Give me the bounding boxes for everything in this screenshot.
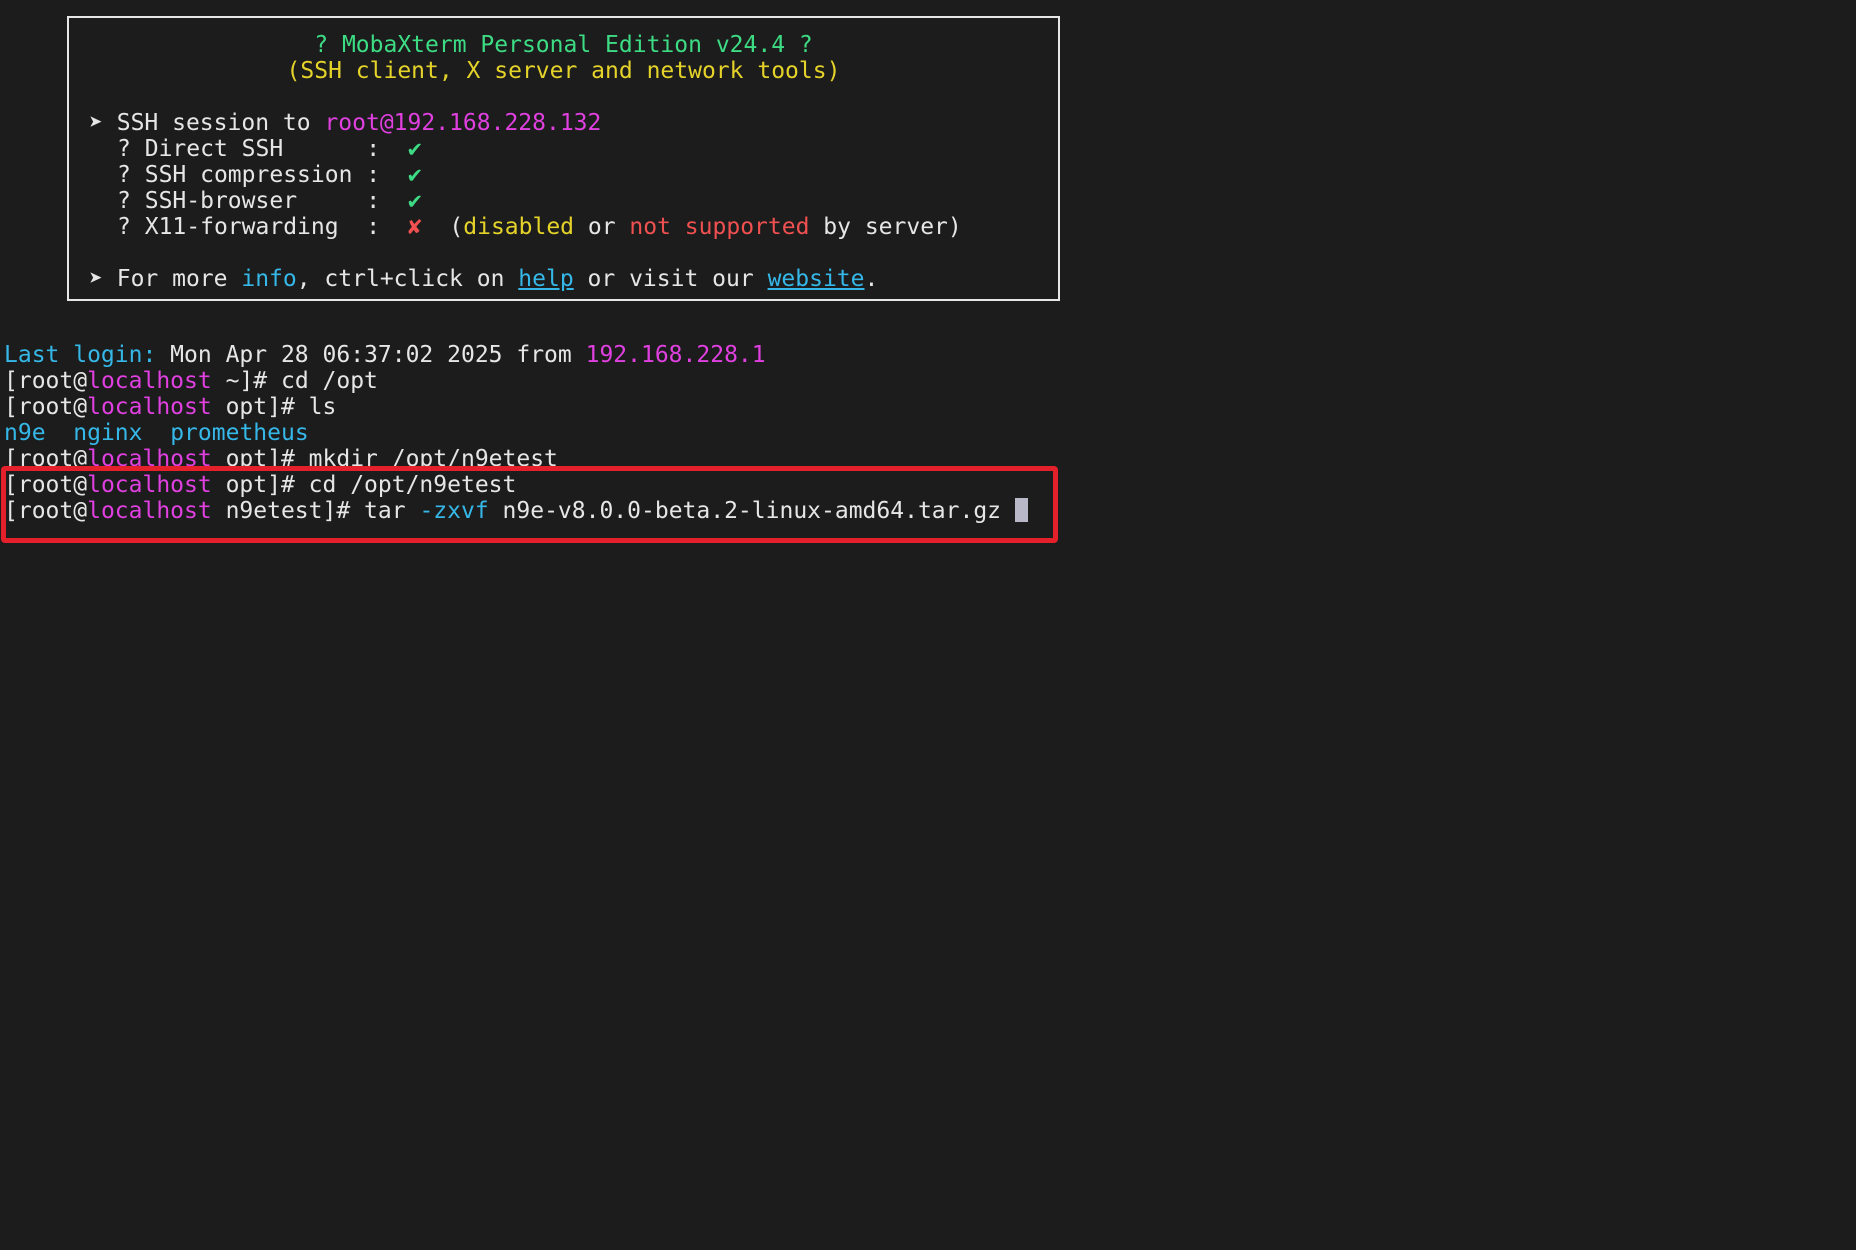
cross-icon: ✘ [407, 214, 422, 240]
x11-not-supported: not supported [629, 214, 810, 240]
feature-label: Direct SSH : [144, 136, 381, 162]
command-text: mkdir /opt/n9etest [308, 446, 558, 466]
prompt-host: localhost [87, 446, 212, 466]
prompt-host: localhost [87, 368, 212, 394]
banner-title: ? MobaXterm Personal Edition v24.4 ? [314, 32, 813, 58]
arrow-icon: ➤ [89, 266, 103, 292]
feature-direct-ssh: ? Direct SSH : ✔ [117, 136, 1106, 162]
session-prefix: SSH session to [116, 110, 325, 136]
dir-entry: prometheus [170, 420, 309, 446]
prompt-open: [root@ [4, 446, 88, 466]
check-icon: ✔ [407, 188, 422, 214]
prompt-dir: ~]# [211, 368, 281, 394]
prompt-dir: opt]# [211, 394, 309, 420]
dir-entry: n9e [4, 420, 46, 446]
info-prefix: For more [116, 266, 242, 292]
feature-ssh-compression: ? SSH compression : ✔ [117, 162, 1106, 188]
welcome-banner: ? MobaXterm Personal Edition v24.4 ? (SS… [67, 16, 1060, 301]
last-login-ip: 192.168.228.1 [585, 342, 766, 368]
prompt-open: [root@ [4, 394, 88, 420]
arrow-icon: ➤ [89, 110, 103, 136]
highlight-annotation [1, 466, 1058, 543]
command-line-partial: [root@localhost opt]# mkdir /opt/n9etest [4, 446, 558, 466]
feature-label: X11-forwarding : [144, 214, 381, 240]
ls-output: n9e nginx prometheus [4, 420, 309, 446]
info-line: ➤ For more info, ctrl+click on help or v… [89, 266, 1078, 292]
info-mid2: or visit our [573, 266, 768, 292]
dir-entry: nginx [73, 420, 143, 446]
x11-or: or [574, 214, 630, 240]
feature-label: SSH-browser : [144, 188, 381, 214]
unknown-glyph-icon: ? [117, 136, 131, 162]
x11-disabled: disabled [463, 214, 575, 240]
prompt-host: localhost [87, 394, 212, 420]
feature-ssh-browser: ? SSH-browser : ✔ [117, 188, 1106, 214]
feature-x11-forwarding: ? X11-forwarding : ✘ (disabled or not su… [117, 214, 1106, 240]
info-mid: , ctrl+click on [296, 266, 519, 292]
command-line: [root@localhost opt]# ls [4, 394, 336, 420]
command-text: cd /opt [280, 368, 378, 394]
banner-subtitle: (SSH client, X server and network tools) [286, 58, 841, 84]
last-login-label: Last login: [4, 342, 157, 368]
info-end: . [864, 266, 879, 292]
prompt-dir: opt]# [211, 446, 309, 466]
check-icon: ✔ [407, 162, 422, 188]
website-link[interactable]: website [768, 266, 865, 292]
feature-label: SSH compression : [144, 162, 381, 188]
unknown-glyph-icon: ? [117, 162, 131, 188]
session-host: root@192.168.228.132 [324, 110, 602, 136]
prompt-open: [root@ [4, 368, 88, 394]
x11-by-server: by server) [809, 214, 962, 240]
last-login-line: Last login: Mon Apr 28 06:37:02 2025 fro… [4, 342, 766, 368]
info-word: info [241, 266, 297, 292]
terminal-window[interactable]: ? MobaXterm Personal Edition v24.4 ? (SS… [0, 0, 1856, 1250]
unknown-glyph-icon: ? [117, 214, 131, 240]
x11-note-open: ( [449, 214, 464, 240]
command-text: ls [308, 394, 337, 420]
unknown-glyph-icon: ? [117, 188, 131, 214]
help-link[interactable]: help [518, 266, 573, 292]
check-icon: ✔ [407, 136, 422, 162]
command-line: [root@localhost ~]# cd /opt [4, 368, 378, 394]
session-line: ➤ SSH session to root@192.168.228.132 [89, 110, 1078, 136]
last-login-date: Mon Apr 28 06:37:02 2025 from [156, 342, 586, 368]
